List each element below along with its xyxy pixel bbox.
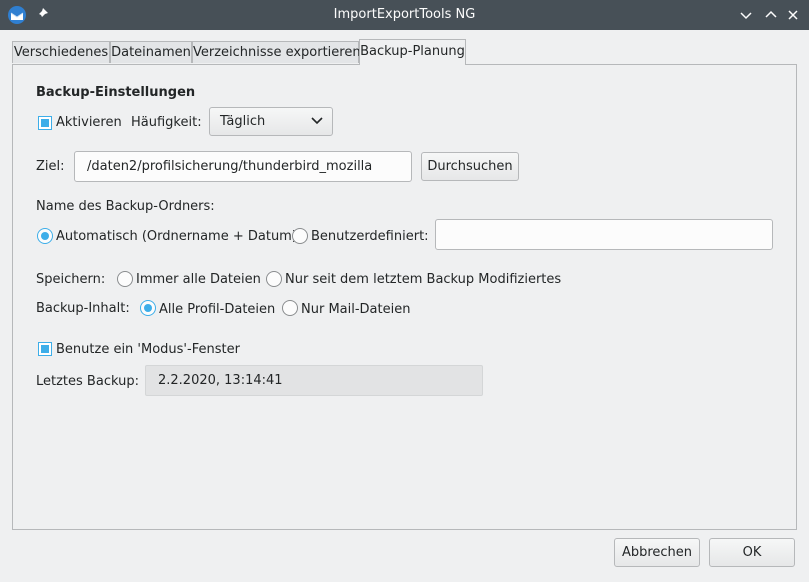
tab-dateinamen[interactable]: Dateinamen bbox=[110, 41, 192, 63]
window-titlebar: ImportExportTools NG bbox=[0, 0, 809, 30]
folder-custom-field[interactable] bbox=[435, 219, 773, 250]
save-all-radio[interactable] bbox=[117, 271, 133, 287]
target-path-field[interactable]: /daten2/profilsicherung/thunderbird_mozi… bbox=[74, 151, 412, 182]
folder-custom-radio[interactable] bbox=[292, 228, 308, 244]
tab-panel-backup bbox=[12, 64, 797, 530]
chevron-down-icon[interactable] bbox=[737, 6, 755, 24]
content-mail-label[interactable]: Nur Mail-Dateien bbox=[301, 302, 410, 317]
modal-window-checkbox[interactable] bbox=[38, 342, 52, 356]
section-heading: Backup-Einstellungen bbox=[36, 85, 196, 100]
last-backup-label: Letztes Backup: bbox=[36, 374, 139, 389]
content-all-label[interactable]: Alle Profil-Dateien bbox=[159, 302, 275, 317]
tab-backup-planung[interactable]: Backup-Planung bbox=[359, 39, 466, 65]
frequency-value: Täglich bbox=[220, 114, 266, 129]
content-label: Backup-Inhalt: bbox=[36, 301, 130, 316]
activate-label[interactable]: Aktivieren bbox=[56, 115, 122, 130]
folder-custom-label[interactable]: Benutzerdefiniert: bbox=[311, 229, 429, 244]
content-mail-radio[interactable] bbox=[282, 300, 298, 316]
browse-button[interactable]: Durchsuchen bbox=[421, 152, 519, 181]
folder-auto-radio[interactable] bbox=[37, 228, 53, 244]
save-modified-label[interactable]: Nur seit dem letztem Backup Modifizierte… bbox=[285, 272, 561, 287]
modal-window-label[interactable]: Benutze ein 'Modus'-Fenster bbox=[56, 342, 240, 357]
ok-button[interactable]: OK bbox=[709, 538, 795, 567]
folder-auto-label[interactable]: Automatisch (Ordnername + Datum) bbox=[56, 229, 297, 244]
activate-checkbox[interactable] bbox=[38, 116, 52, 130]
tab-verschiedenes[interactable]: Verschiedenes bbox=[12, 41, 110, 63]
frequency-select[interactable]: Täglich bbox=[209, 107, 333, 136]
close-icon[interactable] bbox=[784, 6, 802, 24]
last-backup-field: 2.2.2020, 13:14:41 bbox=[145, 365, 483, 396]
content-all-radio[interactable] bbox=[140, 300, 156, 316]
folder-name-label: Name des Backup-Ordners: bbox=[36, 199, 215, 214]
cancel-button[interactable]: Abbrechen bbox=[614, 538, 700, 567]
save-all-label[interactable]: Immer alle Dateien bbox=[136, 272, 261, 287]
window-title: ImportExportTools NG bbox=[333, 7, 476, 22]
chevron-down-icon bbox=[310, 114, 324, 132]
target-label: Ziel: bbox=[36, 159, 65, 174]
save-modified-radio[interactable] bbox=[266, 271, 282, 287]
chevron-up-icon[interactable] bbox=[762, 6, 780, 24]
frequency-label: Häufigkeit: bbox=[131, 115, 202, 130]
tab-verzeichnisse-exportieren[interactable]: Verzeichnisse exportieren bbox=[192, 41, 361, 63]
save-label: Speichern: bbox=[36, 272, 106, 287]
